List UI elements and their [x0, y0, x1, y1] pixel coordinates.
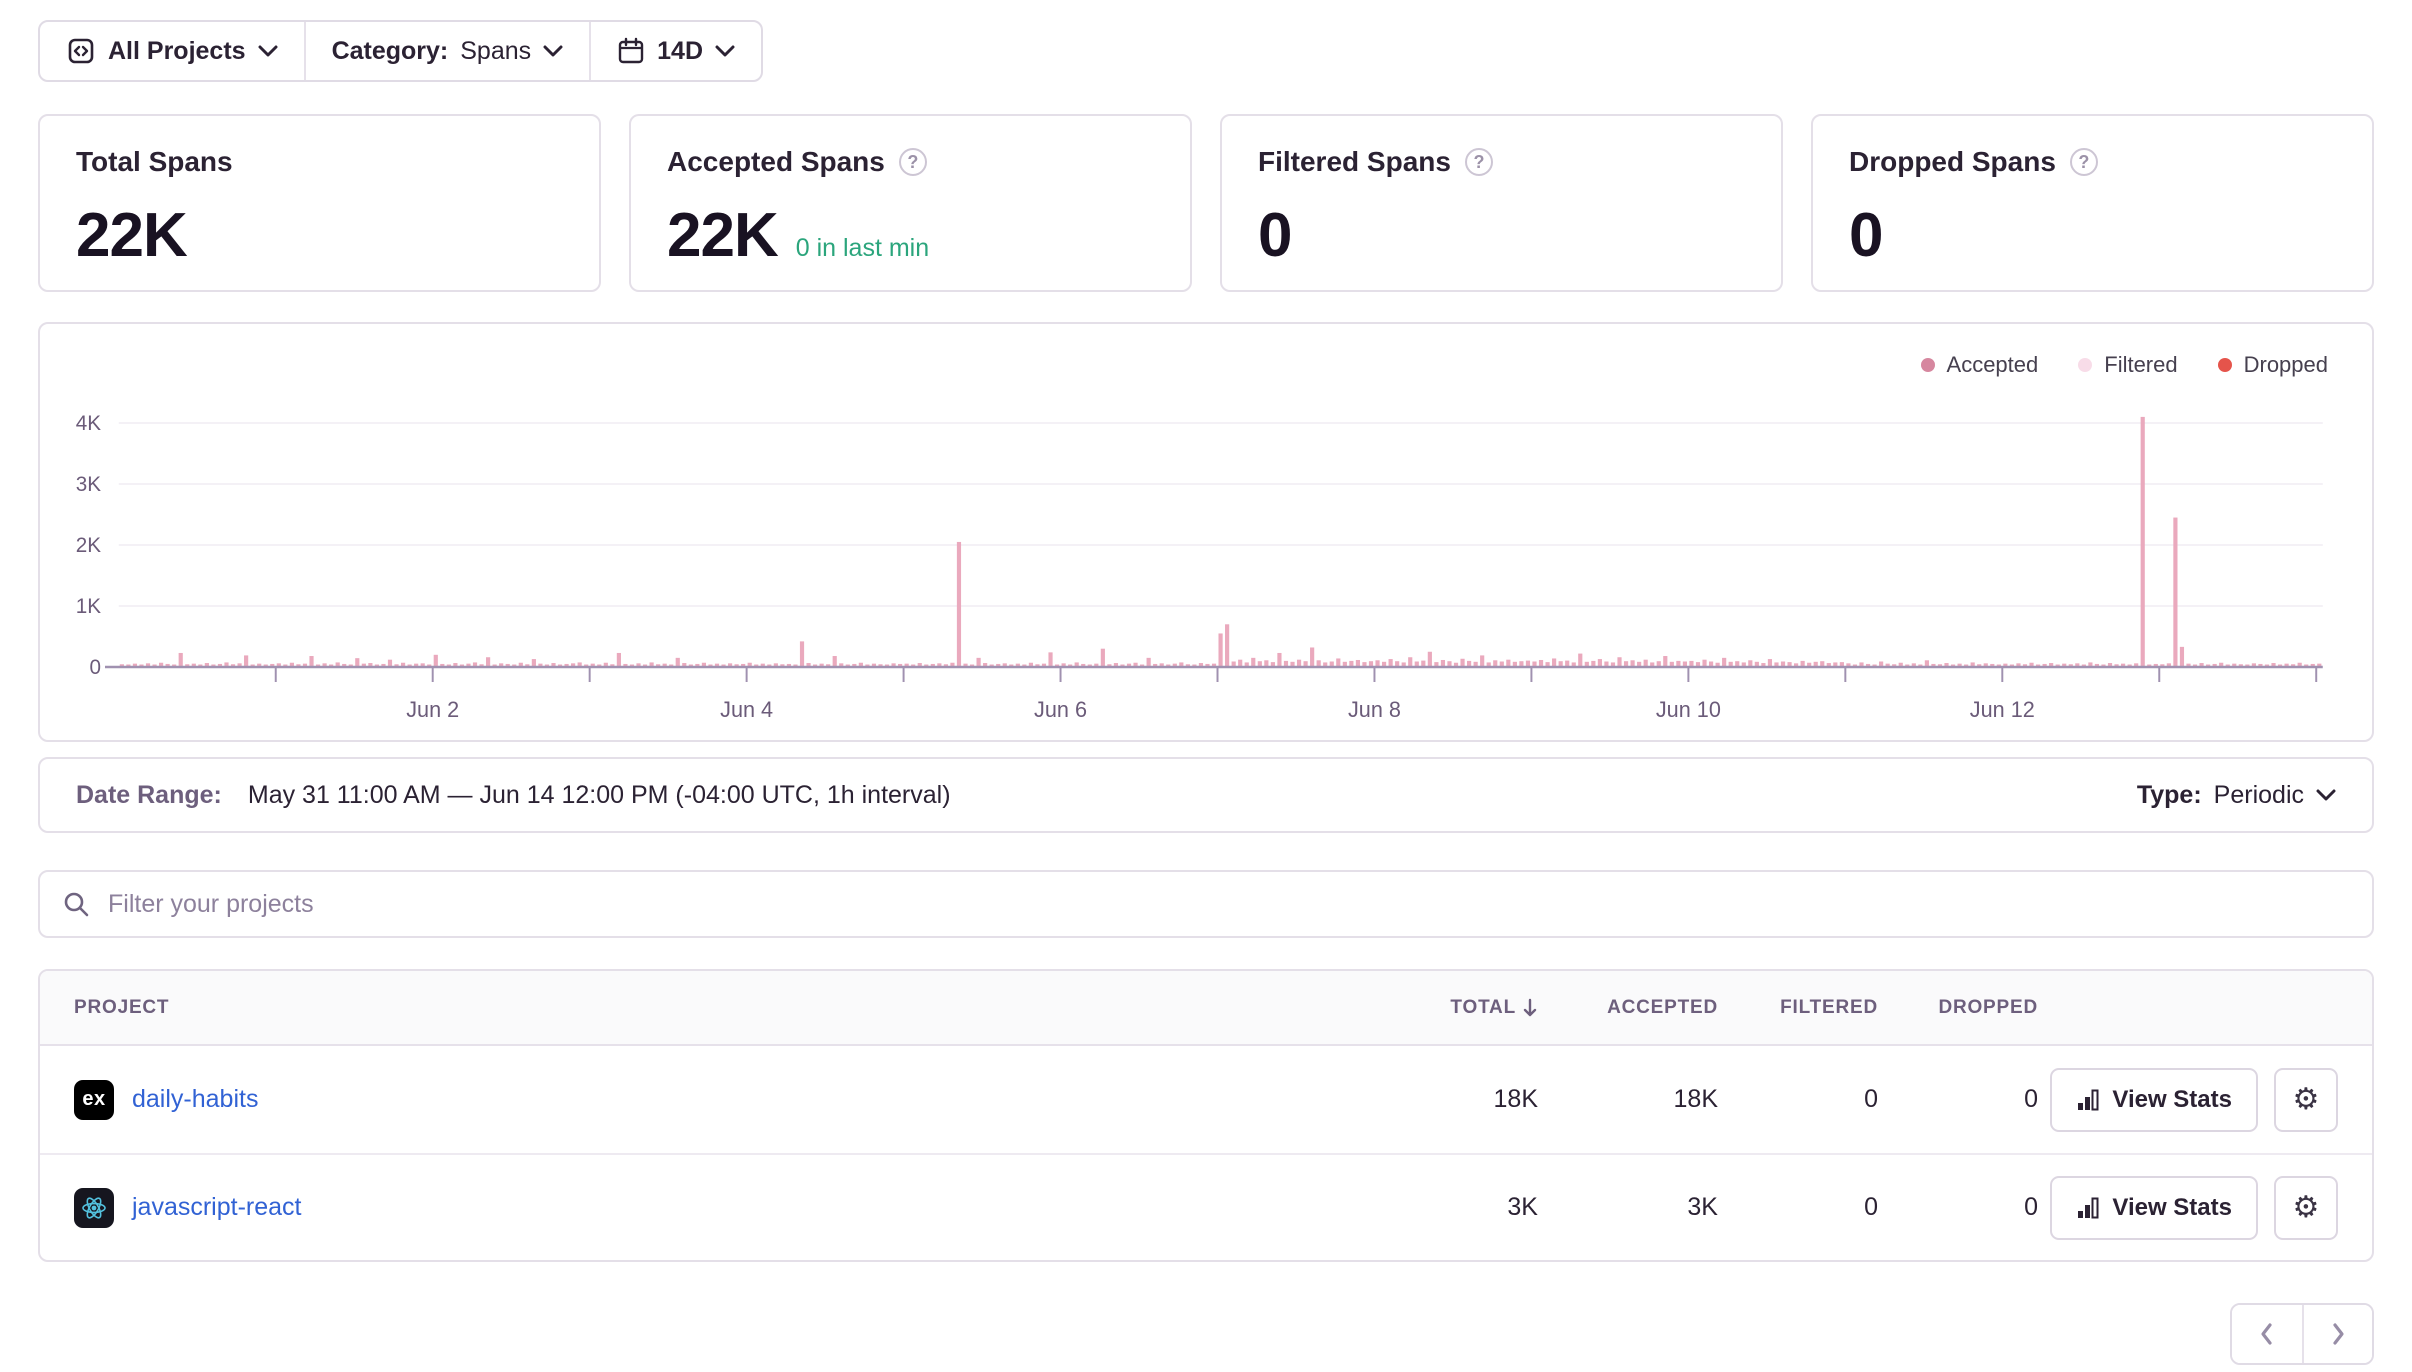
type-value: Periodic: [2214, 781, 2304, 810]
svg-text:Jun 8: Jun 8: [1348, 697, 1401, 722]
projects-icon: [66, 36, 96, 66]
cell-total: 3K: [1348, 1193, 1538, 1222]
view-stats-button[interactable]: View Stats: [2050, 1176, 2258, 1240]
date-range-text: May 31 11:00 AM — Jun 14 12:00 PM (-04:0…: [248, 781, 951, 810]
cell-filtered: 0: [1718, 1193, 1878, 1222]
bar-chart-icon: [2076, 1196, 2100, 1220]
svg-text:Jun 10: Jun 10: [1656, 697, 1721, 722]
search-input[interactable]: [38, 870, 2374, 938]
col-filtered: FILTERED: [1718, 997, 1878, 1019]
chevron-left-icon: [2256, 1321, 2278, 1347]
help-icon[interactable]: ?: [899, 148, 927, 176]
svg-text:1K: 1K: [76, 595, 101, 618]
usage-bar-chart: 0 1K 2K 3K 4K Jun 2 Jun 4 Jun 6 Jun 8 Jun 10 Jun 1…: [40, 324, 2372, 740]
projects-table: PROJECT TOTAL ACCEPTED FILTERED DROPPED …: [38, 969, 2374, 1262]
category-dropdown[interactable]: Category: Spans: [306, 22, 590, 80]
gear-icon: ⚙: [2293, 1082, 2320, 1117]
svg-text:2K: 2K: [76, 534, 101, 557]
col-accepted: ACCEPTED: [1538, 997, 1718, 1019]
sort-desc-icon: [1522, 998, 1538, 1018]
chevron-down-icon: [2316, 789, 2336, 801]
card-value: 22K: [76, 200, 187, 271]
col-total-label: TOTAL: [1450, 997, 1516, 1019]
project-link[interactable]: javascript-react: [132, 1193, 302, 1222]
card-value: 0: [1258, 200, 1291, 271]
category-label: Category:: [332, 37, 449, 66]
stat-cards: Total Spans 22K Accepted Spans ? 22K 0 i…: [38, 114, 2374, 292]
date-range-dropdown[interactable]: 14D: [591, 22, 761, 80]
date-range-label: Date Range:: [76, 781, 222, 810]
card-title: Accepted Spans: [667, 146, 885, 178]
cell-total: 18K: [1348, 1085, 1538, 1114]
card-note: 0 in last min: [796, 234, 929, 263]
chevron-right-icon: [2327, 1321, 2349, 1347]
project-avatar-react: [74, 1188, 114, 1228]
card-title: Dropped Spans: [1849, 146, 2056, 178]
project-filter-label: All Projects: [108, 37, 246, 66]
col-dropped: DROPPED: [1878, 997, 2038, 1019]
gear-icon: ⚙: [2293, 1190, 2320, 1225]
project-link[interactable]: daily-habits: [132, 1085, 258, 1114]
usage-chart-panel: Accepted Filtered Dropped 01K2K3K4KJun 2…: [38, 322, 2374, 742]
card-title: Total Spans: [76, 146, 233, 178]
search-icon: [62, 890, 90, 918]
table-header: PROJECT TOTAL ACCEPTED FILTERED DROPPED: [40, 971, 2372, 1046]
help-icon[interactable]: ?: [2070, 148, 2098, 176]
pagination: [38, 1303, 2374, 1365]
svg-text:4K: 4K: [76, 412, 101, 435]
chevron-down-icon: [258, 45, 278, 57]
chevron-down-icon: [543, 45, 563, 57]
date-range-value: 14D: [657, 37, 703, 66]
type-label: Type:: [2137, 781, 2202, 810]
svg-text:Jun 4: Jun 4: [720, 697, 773, 722]
previous-page-button[interactable]: [2232, 1305, 2302, 1363]
project-avatar-expo: ex: [74, 1080, 114, 1120]
project-settings-button[interactable]: ⚙: [2274, 1176, 2338, 1240]
card-dropped-spans: Dropped Spans ? 0: [1811, 114, 2374, 292]
bar-chart-icon: [2076, 1088, 2100, 1112]
project-settings-button[interactable]: ⚙: [2274, 1068, 2338, 1132]
table-row: javascript-react 3K 3K 0 0 View Stats ⚙: [40, 1153, 2372, 1260]
cell-dropped: 0: [1878, 1085, 2038, 1114]
card-value: 0: [1849, 200, 1882, 271]
card-filtered-spans: Filtered Spans ? 0: [1220, 114, 1783, 292]
filter-toolbar: All Projects Category: Spans 14D: [38, 20, 763, 82]
svg-text:Jun 2: Jun 2: [406, 697, 459, 722]
svg-text:3K: 3K: [76, 473, 101, 496]
next-page-button[interactable]: [2302, 1305, 2372, 1363]
view-stats-label: View Stats: [2112, 1194, 2232, 1222]
cell-accepted: 3K: [1538, 1193, 1718, 1222]
cell-dropped: 0: [1878, 1193, 2038, 1222]
date-range-panel: Date Range: May 31 11:00 AM — Jun 14 12:…: [38, 757, 2374, 833]
col-total-sort[interactable]: TOTAL: [1348, 997, 1538, 1019]
card-total-spans: Total Spans 22K: [38, 114, 601, 292]
view-stats-label: View Stats: [2112, 1086, 2232, 1114]
calendar-icon: [617, 37, 645, 65]
svg-text:Jun 6: Jun 6: [1034, 697, 1087, 722]
project-filter-dropdown[interactable]: All Projects: [40, 22, 304, 80]
card-value: 22K: [667, 200, 778, 271]
cell-accepted: 18K: [1538, 1085, 1718, 1114]
react-logo-icon: [79, 1193, 109, 1223]
view-stats-button[interactable]: View Stats: [2050, 1068, 2258, 1132]
svg-text:Jun 12: Jun 12: [1970, 697, 2035, 722]
project-search: [38, 870, 2374, 938]
table-row: ex daily-habits 18K 18K 0 0 View Stats ⚙: [40, 1046, 2372, 1153]
card-accepted-spans: Accepted Spans ? 22K 0 in last min: [629, 114, 1192, 292]
card-title: Filtered Spans: [1258, 146, 1451, 178]
svg-text:0: 0: [90, 656, 102, 679]
help-icon[interactable]: ?: [1465, 148, 1493, 176]
category-value: Spans: [460, 37, 531, 66]
stats-page: All Projects Category: Spans 14D Total S…: [0, 0, 2412, 1372]
cell-filtered: 0: [1718, 1085, 1878, 1114]
type-dropdown[interactable]: Type: Periodic: [2137, 781, 2336, 810]
chevron-down-icon: [715, 45, 735, 57]
col-project: PROJECT: [74, 997, 1348, 1019]
